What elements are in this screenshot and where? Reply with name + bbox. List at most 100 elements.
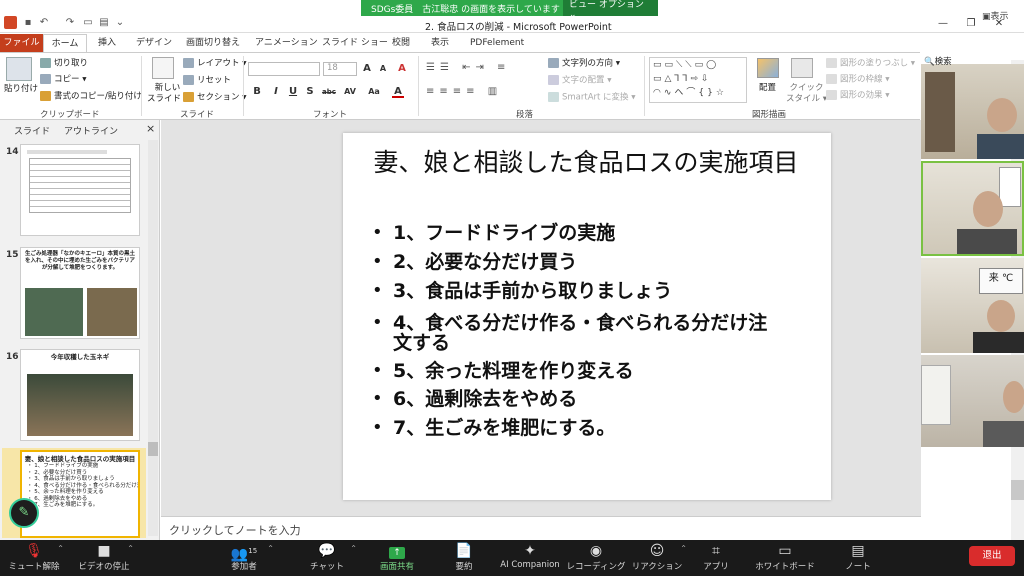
slide-thumbnail-17[interactable]: 妻、娘と相談した食品ロスの実施項目 ・ 1、フードドライブの実施 ・ 2、必要な… [20,450,140,538]
tab-slideshow[interactable]: スライド ショー [322,35,388,52]
undo-icon[interactable]: ↶ [38,17,50,28]
quick-style-icon[interactable] [791,58,813,78]
participants-button[interactable]: 👥15 参加者 ⌃ [212,540,276,576]
layout-button[interactable]: レイアウト ▾ [183,58,246,70]
copy-button[interactable]: コピー ▾ [40,74,86,86]
tab-file[interactable]: ファイル [0,34,43,52]
align-buttons-icon[interactable]: ≡≡≡≡ ▥ [426,86,502,97]
smartart-icon [548,92,559,102]
participant-video-3[interactable]: 来 ℃ [921,258,1024,353]
slide-bullet-3[interactable]: 3、食品は手前から取りましょう [393,280,672,302]
tab-view[interactable]: 表示 [431,35,449,52]
paste-icon[interactable] [6,57,32,81]
minimize-button[interactable]: — [934,17,952,30]
apps-button[interactable]: ⌗ アプリ [684,540,748,576]
slide-thumbnail-16[interactable]: 今年収穫した玉ネギ [20,349,140,441]
participant-video-1[interactable] [921,64,1024,159]
shape-fill-button[interactable]: 図形の塗りつぶし ▾ [826,58,915,70]
whiteboard-button[interactable]: ▭ ホワイトボード [750,540,820,576]
group-divider [243,56,244,116]
tab-slides-panel[interactable]: スライド [14,124,50,137]
view-options-button[interactable]: ビュー オプション ⌄ [563,0,658,20]
reset-button[interactable]: リセット [183,75,231,87]
tab-design[interactable]: デザイン [136,35,172,52]
drawing-group-label: 図形描画 [752,110,787,120]
shrink-font-button[interactable]: A [377,63,389,75]
arrange-icon[interactable] [757,58,779,78]
slide-thumbnail-14[interactable] [20,144,140,236]
grow-font-button[interactable]: A [361,63,373,75]
paste-button[interactable]: 貼り付け [4,84,38,95]
slide-title[interactable]: 妻、娘と相談した食品ロスの実施項目 [370,148,802,178]
redo-icon[interactable]: ↷ [64,17,76,28]
share-screen-button[interactable]: ↑ 画面共有 [365,540,429,576]
ai-companion-button[interactable]: ✦ AI Companion [494,540,566,576]
shapes-gallery[interactable]: ▭▭⟍⟍▭◯ ▭△⅂⅂⇨⇩ ◠∿ヘ⌒{}☆ [649,57,747,103]
new-slide-icon[interactable] [152,57,174,79]
chat-button[interactable]: 💬 チャット ⌃ [295,540,359,576]
annotate-pen-icon[interactable]: ✎ [9,498,39,528]
font-color-button[interactable]: A [392,86,404,98]
search-button[interactable]: 🔍検索 [924,57,952,68]
stop-video-button[interactable]: ■ ビデオの停止 ⌃ [72,540,136,576]
shape-outline-button[interactable]: 図形の枠線 ▾ [826,74,889,86]
notes-pane[interactable]: クリックしてノートを入力 [161,516,921,540]
slide-bullet-2[interactable]: 2、必要な分だけ買う [393,251,577,273]
record-button[interactable]: ◉ レコーディング [564,540,628,576]
section-button[interactable]: セクション ▾ [183,92,246,104]
tab-outline-panel[interactable]: アウトライン [64,124,118,137]
underline-button[interactable]: U [287,86,299,98]
participant-video-4[interactable] [921,355,1024,447]
tab-pdfelement[interactable]: PDFelement [470,35,524,52]
slide-bullet-5[interactable]: 5、余った料理を作り変える [393,360,634,382]
list-buttons-icon[interactable]: ☰☰ ⇤⇥ ≡ [426,62,510,73]
font-name-box[interactable] [248,62,320,76]
chevron-up-icon: ⌃ [267,544,274,553]
slide-bullet-1[interactable]: 1、フードドライブの実施 [393,222,615,244]
close-panel-button[interactable]: × [146,122,155,135]
restore-button[interactable]: ❐ [962,17,980,30]
participant-video-2[interactable] [921,161,1024,256]
char-spacing-button[interactable]: AV [342,86,358,98]
cut-button[interactable]: 切り取り [40,58,88,70]
shape-effect-button[interactable]: 図形の効果 ▾ [826,90,889,102]
shadow-button[interactable]: S [304,86,316,98]
smartart-button[interactable]: SmartArt に変換 ▾ [548,92,636,104]
close-window-button[interactable]: ✕ [990,17,1008,30]
notes-button[interactable]: ▤ ノート [826,540,890,576]
format-painter-button[interactable]: 書式のコピー/貼り付け [40,91,142,103]
clear-format-button[interactable]: A [396,63,408,75]
tab-transitions[interactable]: 画面切り替え [186,35,240,52]
tab-review[interactable]: 校閲 [392,35,410,52]
slide-thumbnail-15[interactable]: 生ごみ処理器「なかのキエーロ」本質の黒土を入れ、その中に埋めた生ごみをバクテリア… [20,247,140,339]
unmute-button[interactable]: 🎙 ミュート解除 ⌃ [2,540,66,576]
reactions-button[interactable]: ☺ リアクション ⌃ [625,540,689,576]
panel-scrollbar[interactable] [148,140,158,536]
change-case-button[interactable]: Aa [366,86,382,98]
panel-scroll-thumb[interactable] [148,442,158,456]
tab-home[interactable]: ホーム [43,34,87,53]
tab-insert[interactable]: 挿入 [98,35,116,52]
font-size-box[interactable]: 18 [323,62,357,76]
slide-bullet-4-continued[interactable]: 文する [393,332,450,354]
slide-bullet-4[interactable]: 4、食べる分だけ作る・食べられる分だけ注 [393,312,767,334]
quick-access-icon[interactable]: ▤ [98,17,110,28]
align-text-button[interactable]: 文字の配置 ▾ [548,75,611,87]
slide-bullet-7[interactable]: 7、生ごみを堆肥にする。 [393,417,615,439]
tab-animations[interactable]: アニメーション [255,35,318,52]
arrange-button[interactable]: 配置 [759,83,776,94]
format-painter-label: 書式のコピー/貼り付け [54,91,142,102]
text-direction-button[interactable]: 文字列の方向 ▾ [548,58,620,70]
quick-style-button[interactable]: クイック スタイル ▾ [786,83,827,105]
leave-button[interactable]: 退出 [969,546,1015,566]
start-slideshow-icon[interactable]: ▭ [82,17,94,28]
customize-qat-icon[interactable]: ⌄ [114,17,126,28]
bold-button[interactable]: B [251,86,263,98]
italic-button[interactable]: I [270,86,282,98]
new-slide-button[interactable]: 新しい スライド ▾ [147,83,188,105]
save-icon[interactable]: ▪ [22,17,34,28]
slide-bullet-6[interactable]: 6、過剰除去をやめる [393,388,577,410]
strikethrough-button[interactable]: abc [320,86,338,98]
editor-scroll-thumb[interactable] [1011,480,1024,500]
summary-button[interactable]: 📄 要約 [432,540,496,576]
